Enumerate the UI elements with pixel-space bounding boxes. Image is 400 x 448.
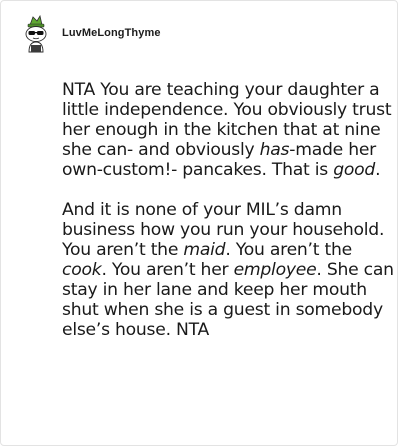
comment-emphasis: cook (62, 260, 102, 280)
comment-emphasis: has (259, 140, 290, 160)
shirt-shape (31, 45, 41, 52)
comment-emphasis: employee (233, 260, 317, 280)
comment-body: NTA You are teaching your daughter a lit… (62, 80, 396, 340)
comment-emphasis: good (333, 160, 376, 180)
comment-text: . (375, 160, 381, 180)
comment-paragraph: NTA You are teaching your daughter a lit… (62, 80, 396, 180)
sunglasses-bridge (34, 32, 38, 34)
comment-paragraph: And it is none of your MIL’s damn busine… (62, 200, 396, 340)
comment-text: . You aren’t her (101, 260, 234, 280)
comment-card: LuvMeLongThyme NTA You are teaching your… (0, 0, 398, 446)
hat-shape (29, 15, 43, 26)
username[interactable]: LuvMeLongThyme (62, 27, 161, 39)
comment-text: . You aren’t the (225, 240, 352, 260)
sunglasses-right (37, 31, 44, 35)
comment-emphasis: maid (183, 240, 226, 260)
sunglasses-left (28, 31, 35, 35)
user-avatar-icon[interactable] (20, 15, 52, 53)
